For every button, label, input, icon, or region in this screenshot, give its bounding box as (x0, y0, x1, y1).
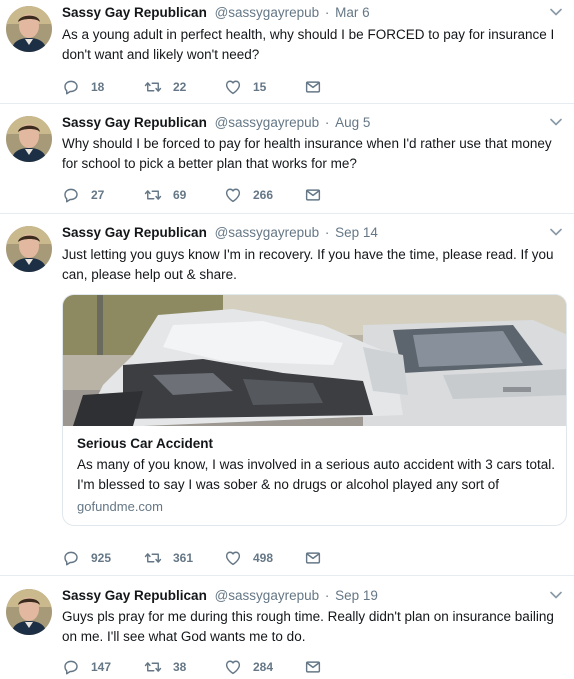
author-handle[interactable]: @sassygayrepub (215, 225, 320, 240)
card-description: As many of you know, I was involved in a… (77, 457, 555, 492)
retweet-count: 361 (173, 551, 194, 565)
reply-count: 27 (91, 188, 105, 202)
avatar[interactable] (6, 6, 52, 52)
heart-icon (224, 78, 242, 96)
retweet-button[interactable]: 22 (144, 78, 186, 96)
chevron-down-icon[interactable] (550, 228, 562, 236)
author-handle[interactable]: @sassygayrepub (215, 115, 320, 130)
card-domain: gofundme.com (77, 499, 163, 514)
tweet-text: As a young adult in perfect health, why … (62, 27, 555, 62)
direct-message-button[interactable] (304, 78, 322, 96)
tweet-header: Sassy Gay Republican @sassygayrepub · Se… (62, 588, 378, 603)
retweet-icon (144, 78, 162, 96)
tweet-date[interactable]: Mar 6 (335, 5, 370, 20)
author-name[interactable]: Sassy Gay Republican (62, 5, 207, 20)
heart-icon (224, 186, 242, 204)
tweet-2[interactable]: Sassy Gay Republican @sassygayrepub · Au… (0, 110, 574, 214)
tweet-header: Sassy Gay Republican @sassygayrepub · Au… (62, 115, 370, 130)
reply-count: 18 (91, 80, 105, 94)
separator-dot: · (324, 115, 330, 130)
direct-message-button[interactable] (304, 186, 322, 204)
like-button[interactable]: 284 (224, 658, 273, 676)
heart-icon (224, 549, 242, 567)
reply-button[interactable]: 18 (62, 78, 104, 96)
tweet-text: Guys pls pray for me during this rough t… (62, 609, 554, 644)
chevron-down-icon[interactable] (550, 8, 562, 16)
like-button[interactable]: 15 (224, 78, 266, 96)
envelope-icon (304, 658, 322, 676)
separator-dot: · (324, 5, 330, 20)
retweet-icon (144, 186, 162, 204)
author-name[interactable]: Sassy Gay Republican (62, 225, 207, 240)
link-card[interactable]: Serious Car Accident As many of you know… (62, 294, 567, 526)
profile-photo (6, 589, 52, 635)
like-button[interactable]: 266 (224, 186, 273, 204)
reply-button[interactable]: 147 (62, 658, 111, 676)
like-count: 15 (253, 80, 267, 94)
card-title: Serious Car Accident (77, 436, 214, 451)
avatar[interactable] (6, 226, 52, 272)
tweet-header: Sassy Gay Republican @sassygayrepub · Se… (62, 225, 378, 240)
author-name[interactable]: Sassy Gay Republican (62, 588, 207, 603)
card-image-wrecked-car (63, 295, 566, 426)
retweet-button[interactable]: 361 (144, 549, 193, 567)
direct-message-button[interactable] (304, 658, 322, 676)
tweet-date[interactable]: Sep 19 (335, 588, 378, 603)
like-count: 266 (253, 188, 274, 202)
avatar[interactable] (6, 116, 52, 162)
profile-photo (6, 226, 52, 272)
tweet-date[interactable]: Sep 14 (335, 225, 378, 240)
retweet-icon (144, 549, 162, 567)
envelope-icon (304, 549, 322, 567)
retweet-button[interactable]: 69 (144, 186, 186, 204)
tweet-3[interactable]: Sassy Gay Republican @sassygayrepub · Se… (0, 220, 574, 576)
chevron-down-icon[interactable] (550, 118, 562, 126)
reply-icon (62, 186, 80, 204)
reply-icon (62, 549, 80, 567)
separator-dot: · (324, 588, 330, 603)
reply-button[interactable]: 925 (62, 549, 111, 567)
like-count: 498 (253, 551, 274, 565)
avatar[interactable] (6, 589, 52, 635)
like-button[interactable]: 498 (224, 549, 273, 567)
reply-count: 925 (91, 551, 112, 565)
author-handle[interactable]: @sassygayrepub (215, 5, 320, 20)
tweet-header: Sassy Gay Republican @sassygayrepub · Ma… (62, 5, 370, 20)
direct-message-button[interactable] (304, 549, 322, 567)
tweet-1[interactable]: Sassy Gay Republican @sassygayrepub · Ma… (0, 0, 574, 104)
tweet-text: Just letting you guys know I'm in recove… (62, 247, 554, 282)
tweet-4[interactable]: Sassy Gay Republican @sassygayrepub · Se… (0, 583, 574, 679)
heart-icon (224, 658, 242, 676)
author-handle[interactable]: @sassygayrepub (215, 588, 320, 603)
retweet-icon (144, 658, 162, 676)
envelope-icon (304, 186, 322, 204)
author-name[interactable]: Sassy Gay Republican (62, 115, 207, 130)
reply-button[interactable]: 27 (62, 186, 104, 204)
retweet-count: 22 (173, 80, 187, 94)
retweet-button[interactable]: 38 (144, 658, 186, 676)
reply-icon (62, 658, 80, 676)
reply-icon (62, 78, 80, 96)
separator-dot: · (324, 225, 330, 240)
profile-photo (6, 6, 52, 52)
reply-count: 147 (91, 660, 112, 674)
retweet-count: 38 (173, 660, 187, 674)
card-body: Serious Car Accident As many of you know… (77, 434, 556, 514)
retweet-count: 69 (173, 188, 187, 202)
like-count: 284 (253, 660, 274, 674)
profile-photo (6, 116, 52, 162)
tweet-text: Why should I be forced to pay for health… (62, 136, 552, 171)
tweet-date[interactable]: Aug 5 (335, 115, 370, 130)
envelope-icon (304, 78, 322, 96)
chevron-down-icon[interactable] (550, 591, 562, 599)
